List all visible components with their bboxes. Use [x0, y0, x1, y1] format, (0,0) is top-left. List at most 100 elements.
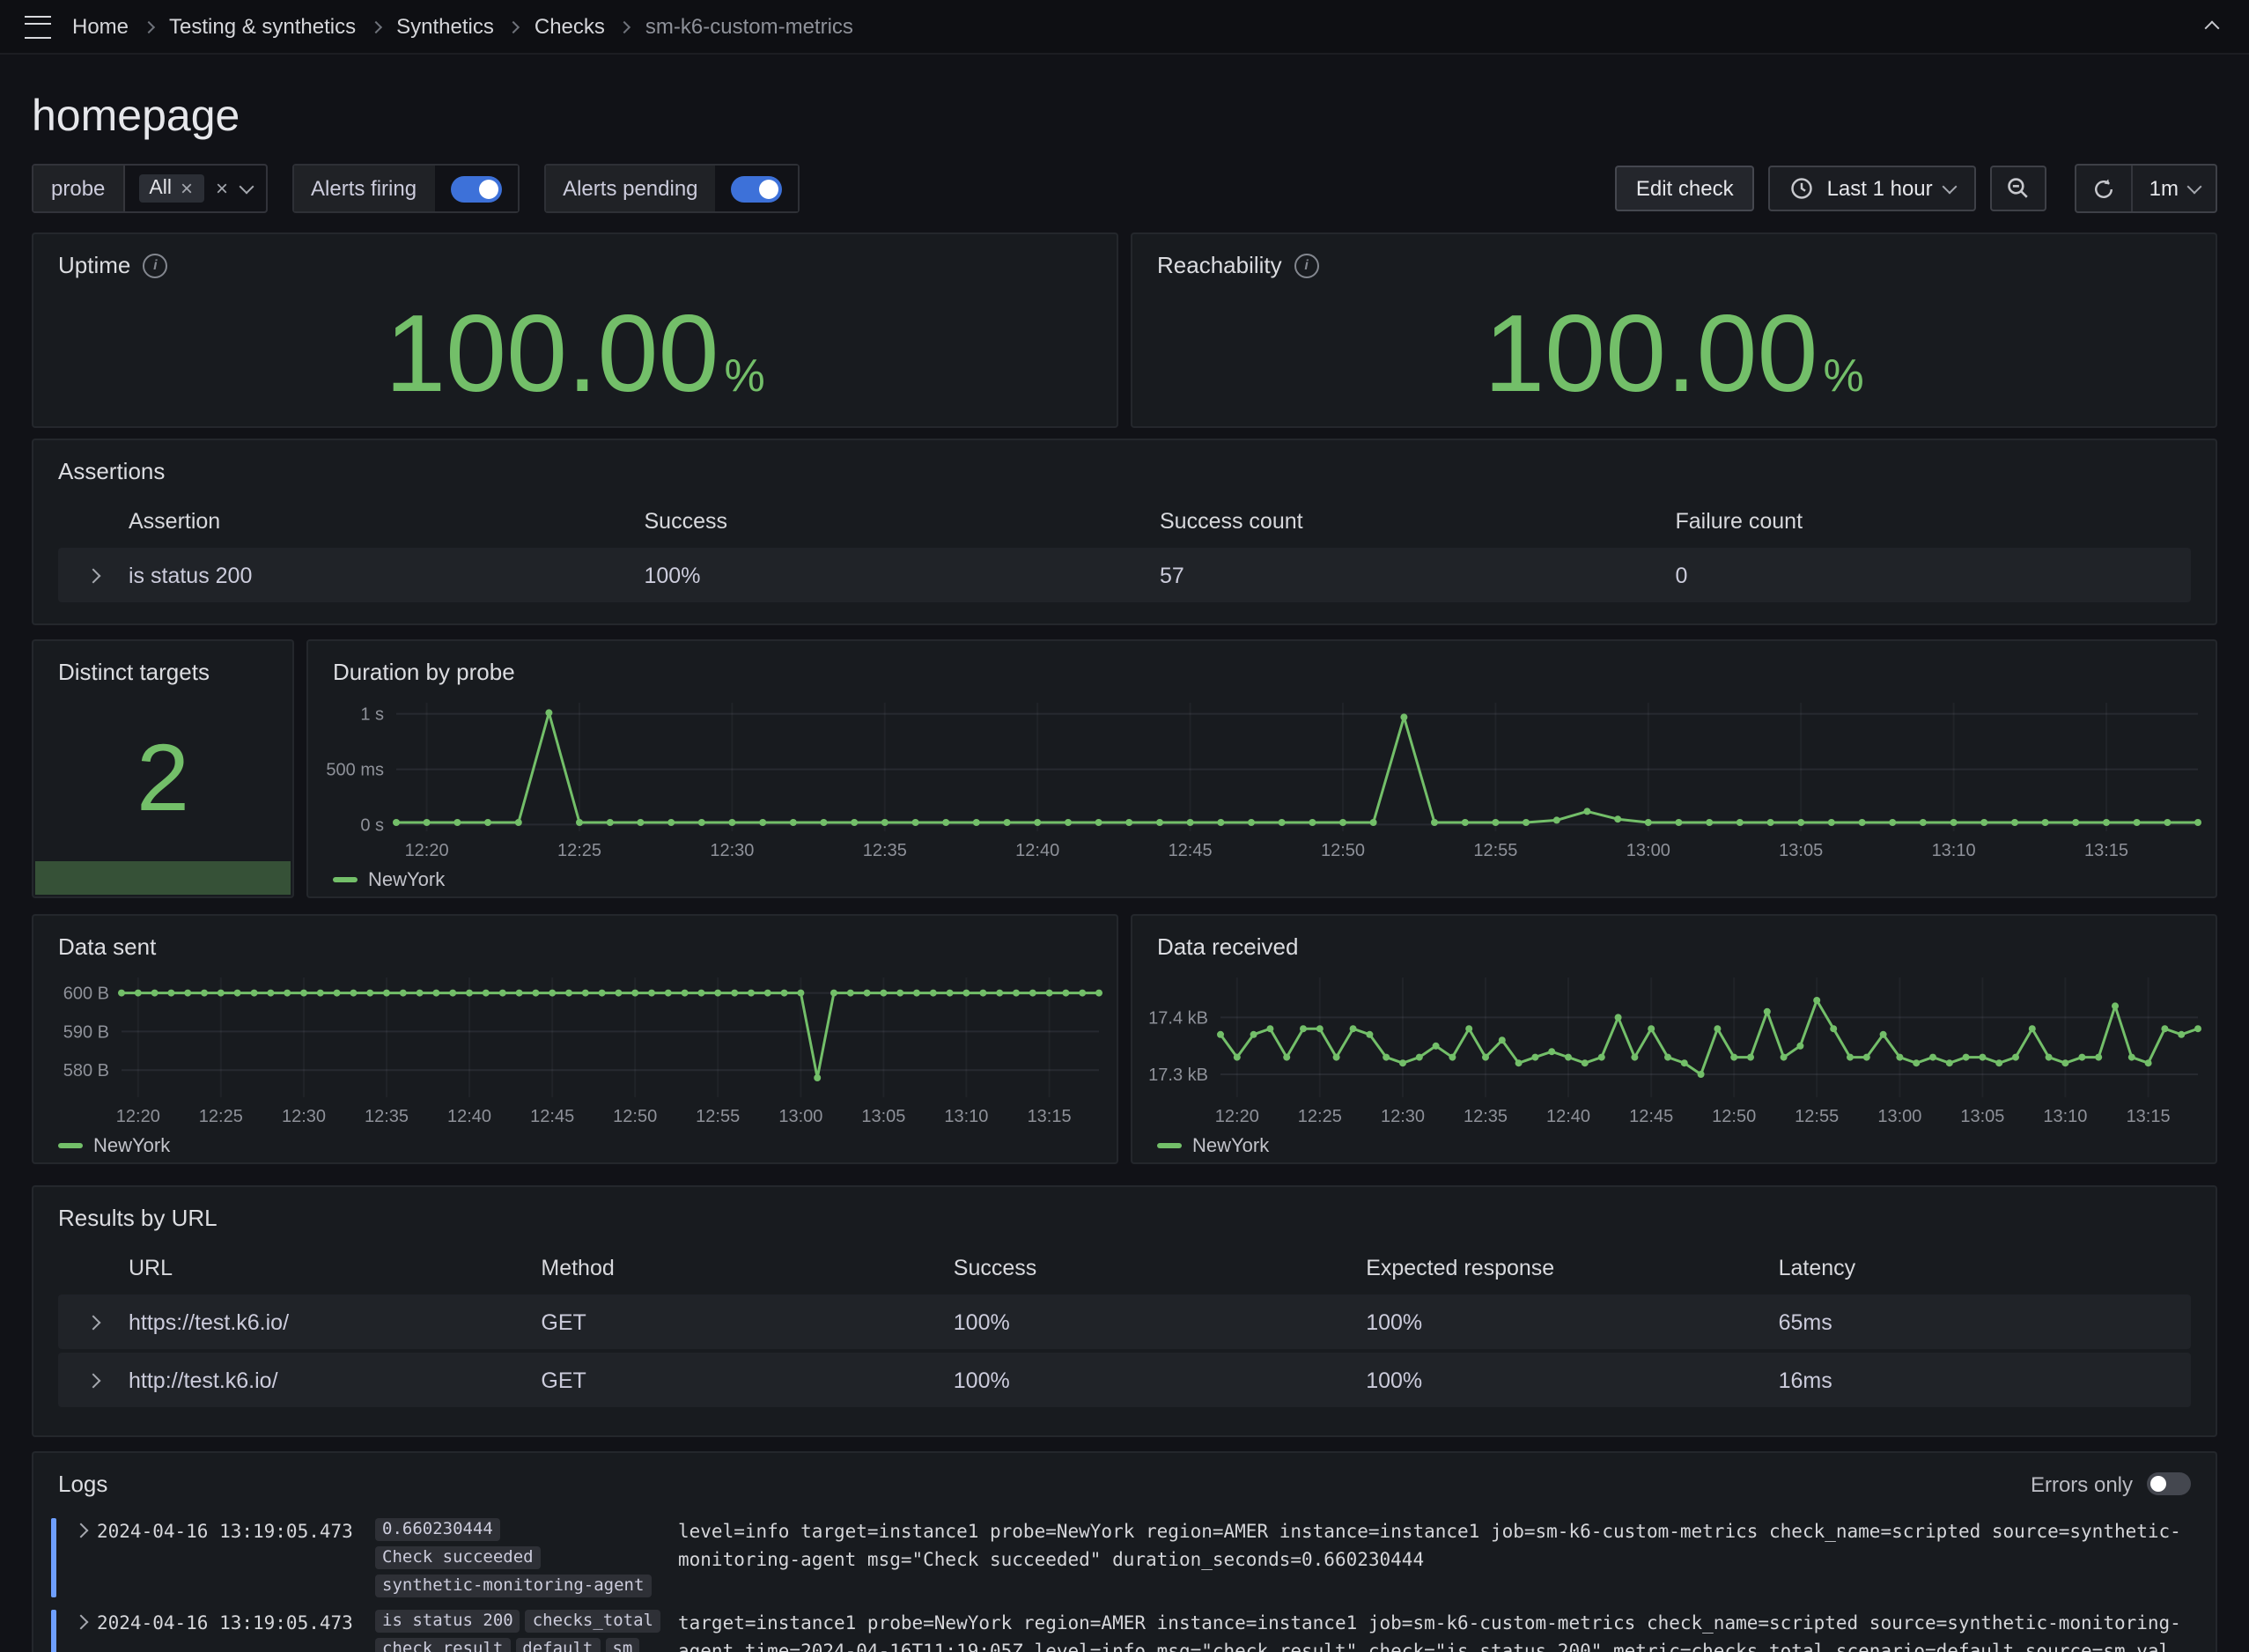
chevron-right-icon — [74, 1615, 89, 1630]
svg-text:12:50: 12:50 — [613, 1107, 657, 1126]
svg-text:12:50: 12:50 — [1712, 1107, 1756, 1126]
info-icon[interactable] — [1294, 253, 1319, 277]
breadcrumb-testing-synthetics[interactable]: Testing & synthetics — [169, 14, 356, 39]
alerts-pending-control: Alerts pending — [543, 164, 800, 213]
errors-only-toggle[interactable] — [2147, 1472, 2191, 1495]
refresh-interval-picker[interactable]: 1m — [2132, 166, 2216, 211]
result-expected: 100% — [1366, 1368, 1778, 1392]
data-received-panel-title[interactable]: Data received — [1132, 928, 2216, 965]
assertions-table-header: Assertion Success Success count Failure … — [58, 497, 2191, 544]
svg-text:12:40: 12:40 — [1546, 1107, 1590, 1126]
svg-text:590 B: 590 B — [63, 1022, 109, 1042]
svg-text:12:20: 12:20 — [116, 1107, 160, 1126]
svg-text:13:10: 13:10 — [944, 1107, 988, 1126]
results-panel-title[interactable]: Results by URL — [33, 1199, 2216, 1236]
svg-text:0 s: 0 s — [360, 815, 384, 835]
edit-check-button[interactable]: Edit check — [1615, 166, 1755, 211]
legend-color-dash — [58, 1143, 83, 1148]
log-field-chip[interactable]: check result — [375, 1638, 510, 1652]
assertions-panel-title[interactable]: Assertions — [33, 453, 2216, 490]
log-field-chip[interactable]: is status 200 — [375, 1610, 520, 1633]
refresh-button[interactable] — [2077, 166, 2132, 211]
reachability-panel-title[interactable]: Reachability — [1132, 247, 2216, 284]
log-field-chip[interactable]: Check succeeded — [375, 1546, 541, 1569]
log-field-chip[interactable]: synthetic-monitoring-agent — [375, 1575, 651, 1597]
remove-chip-icon[interactable]: × — [181, 178, 193, 199]
svg-text:12:35: 12:35 — [863, 841, 907, 860]
svg-text:500 ms: 500 ms — [326, 761, 384, 780]
collapse-header-button[interactable] — [2200, 4, 2224, 49]
zoom-out-button[interactable] — [1991, 166, 2047, 211]
legend-item-newyork[interactable]: NewYork — [1132, 1129, 2216, 1162]
svg-text:13:15: 13:15 — [2127, 1107, 2171, 1126]
breadcrumb-home[interactable]: Home — [72, 14, 129, 39]
time-range-picker[interactable]: Last 1 hour — [1769, 166, 1977, 211]
logs-panel-title[interactable]: Logs — [58, 1471, 107, 1497]
results-by-url-panel: Results by URL URL Method Success Expect… — [32, 1185, 2217, 1437]
assertions-panel: Assertions Assertion Success Success cou… — [32, 439, 2217, 625]
chevron-down-icon[interactable] — [239, 179, 254, 194]
svg-text:12:30: 12:30 — [710, 841, 754, 860]
chevron-down-icon — [1943, 179, 1958, 194]
dashboard-page: Home Testing & synthetics Synthetics Che… — [0, 0, 2249, 1652]
chevron-right-icon — [86, 1315, 101, 1330]
log-level-bar — [51, 1518, 56, 1597]
alerts-firing-label: Alerts firing — [293, 166, 434, 211]
result-method: GET — [541, 1309, 953, 1334]
expand-row-button[interactable] — [58, 548, 129, 602]
svg-text:12:25: 12:25 — [1298, 1107, 1342, 1126]
menu-icon[interactable] — [25, 15, 51, 38]
expand-row-button[interactable] — [58, 1294, 129, 1349]
errors-only-control: Errors only — [2031, 1471, 2191, 1496]
log-field-chip[interactable]: default — [515, 1638, 600, 1652]
breadcrumb: Home Testing & synthetics Synthetics Che… — [72, 14, 2179, 39]
data-received-chart[interactable]: 17.3 kB17.4 kB12:2012:2512:3012:3512:401… — [1132, 965, 2216, 1129]
log-message: target=instance1 probe=NewYork region=AM… — [678, 1610, 2191, 1652]
log-field-chip[interactable]: checks_total — [526, 1610, 660, 1633]
alerts-firing-toggle[interactable] — [450, 175, 501, 202]
chevron-right-icon — [508, 20, 520, 33]
logs-panel: Logs Errors only 2024-04-16 13:19:05.473… — [32, 1451, 2217, 1652]
alerts-pending-toggle[interactable] — [732, 175, 783, 202]
duration-chart[interactable]: 0 s500 ms1 s12:2012:2512:3012:3512:4012:… — [308, 690, 2216, 863]
svg-text:13:10: 13:10 — [2043, 1107, 2087, 1126]
svg-text:13:00: 13:00 — [1877, 1107, 1921, 1126]
svg-text:12:20: 12:20 — [405, 841, 449, 860]
svg-text:17.3 kB: 17.3 kB — [1148, 1066, 1208, 1085]
breadcrumb-synthetics[interactable]: Synthetics — [396, 14, 494, 39]
log-row: 2024-04-16 13:19:05.473 0.660230444 Chec… — [51, 1513, 2191, 1604]
legend-item-newyork[interactable]: NewYork — [33, 1129, 1117, 1162]
breadcrumb-checks[interactable]: Checks — [535, 14, 605, 39]
distinct-targets-value: 2 — [136, 730, 189, 825]
distinct-targets-panel: Distinct targets 2 — [32, 639, 294, 898]
svg-text:12:45: 12:45 — [530, 1107, 574, 1126]
results-table-header: URL Method Success Expected response Lat… — [58, 1243, 2191, 1291]
data-sent-chart[interactable]: 580 B590 B600 B12:2012:2512:3012:3512:40… — [33, 965, 1117, 1129]
uptime-panel-title[interactable]: Uptime — [33, 247, 1117, 284]
log-field-chip[interactable]: sm — [605, 1638, 639, 1652]
data-sent-panel-title[interactable]: Data sent — [33, 928, 1117, 965]
assertion-name: is status 200 — [129, 563, 645, 587]
col-expected-response: Expected response — [1366, 1255, 1778, 1280]
legend-item-newyork[interactable]: NewYork — [308, 863, 2216, 896]
duration-panel-title[interactable]: Duration by probe — [308, 653, 2216, 690]
log-field-chip[interactable]: 0.660230444 — [375, 1518, 500, 1541]
clear-selection-icon[interactable]: × — [216, 178, 228, 199]
probe-selected-chip[interactable]: All × — [138, 174, 203, 203]
duration-by-probe-panel: Duration by probe 0 s500 ms1 s12:2012:25… — [306, 639, 2217, 898]
col-failure-count: Failure count — [1676, 508, 2192, 533]
svg-text:12:30: 12:30 — [1381, 1107, 1425, 1126]
table-row: https://test.k6.io/ GET 100% 100% 65ms — [58, 1294, 2191, 1349]
page-title: homepage — [32, 92, 2217, 143]
chevron-right-icon — [143, 20, 155, 33]
expand-log-button[interactable] — [65, 1610, 97, 1627]
expand-row-button[interactable] — [58, 1353, 129, 1407]
info-icon[interactable] — [143, 253, 167, 277]
distinct-targets-panel-title[interactable]: Distinct targets — [33, 653, 292, 690]
expand-log-button[interactable] — [65, 1518, 97, 1536]
probe-variable-select[interactable]: All × × — [124, 166, 265, 211]
svg-text:12:45: 12:45 — [1629, 1107, 1673, 1126]
probe-variable-picker[interactable]: probe All × × — [32, 164, 267, 213]
result-latency: 65ms — [1779, 1309, 2191, 1334]
svg-text:13:05: 13:05 — [1779, 841, 1823, 860]
